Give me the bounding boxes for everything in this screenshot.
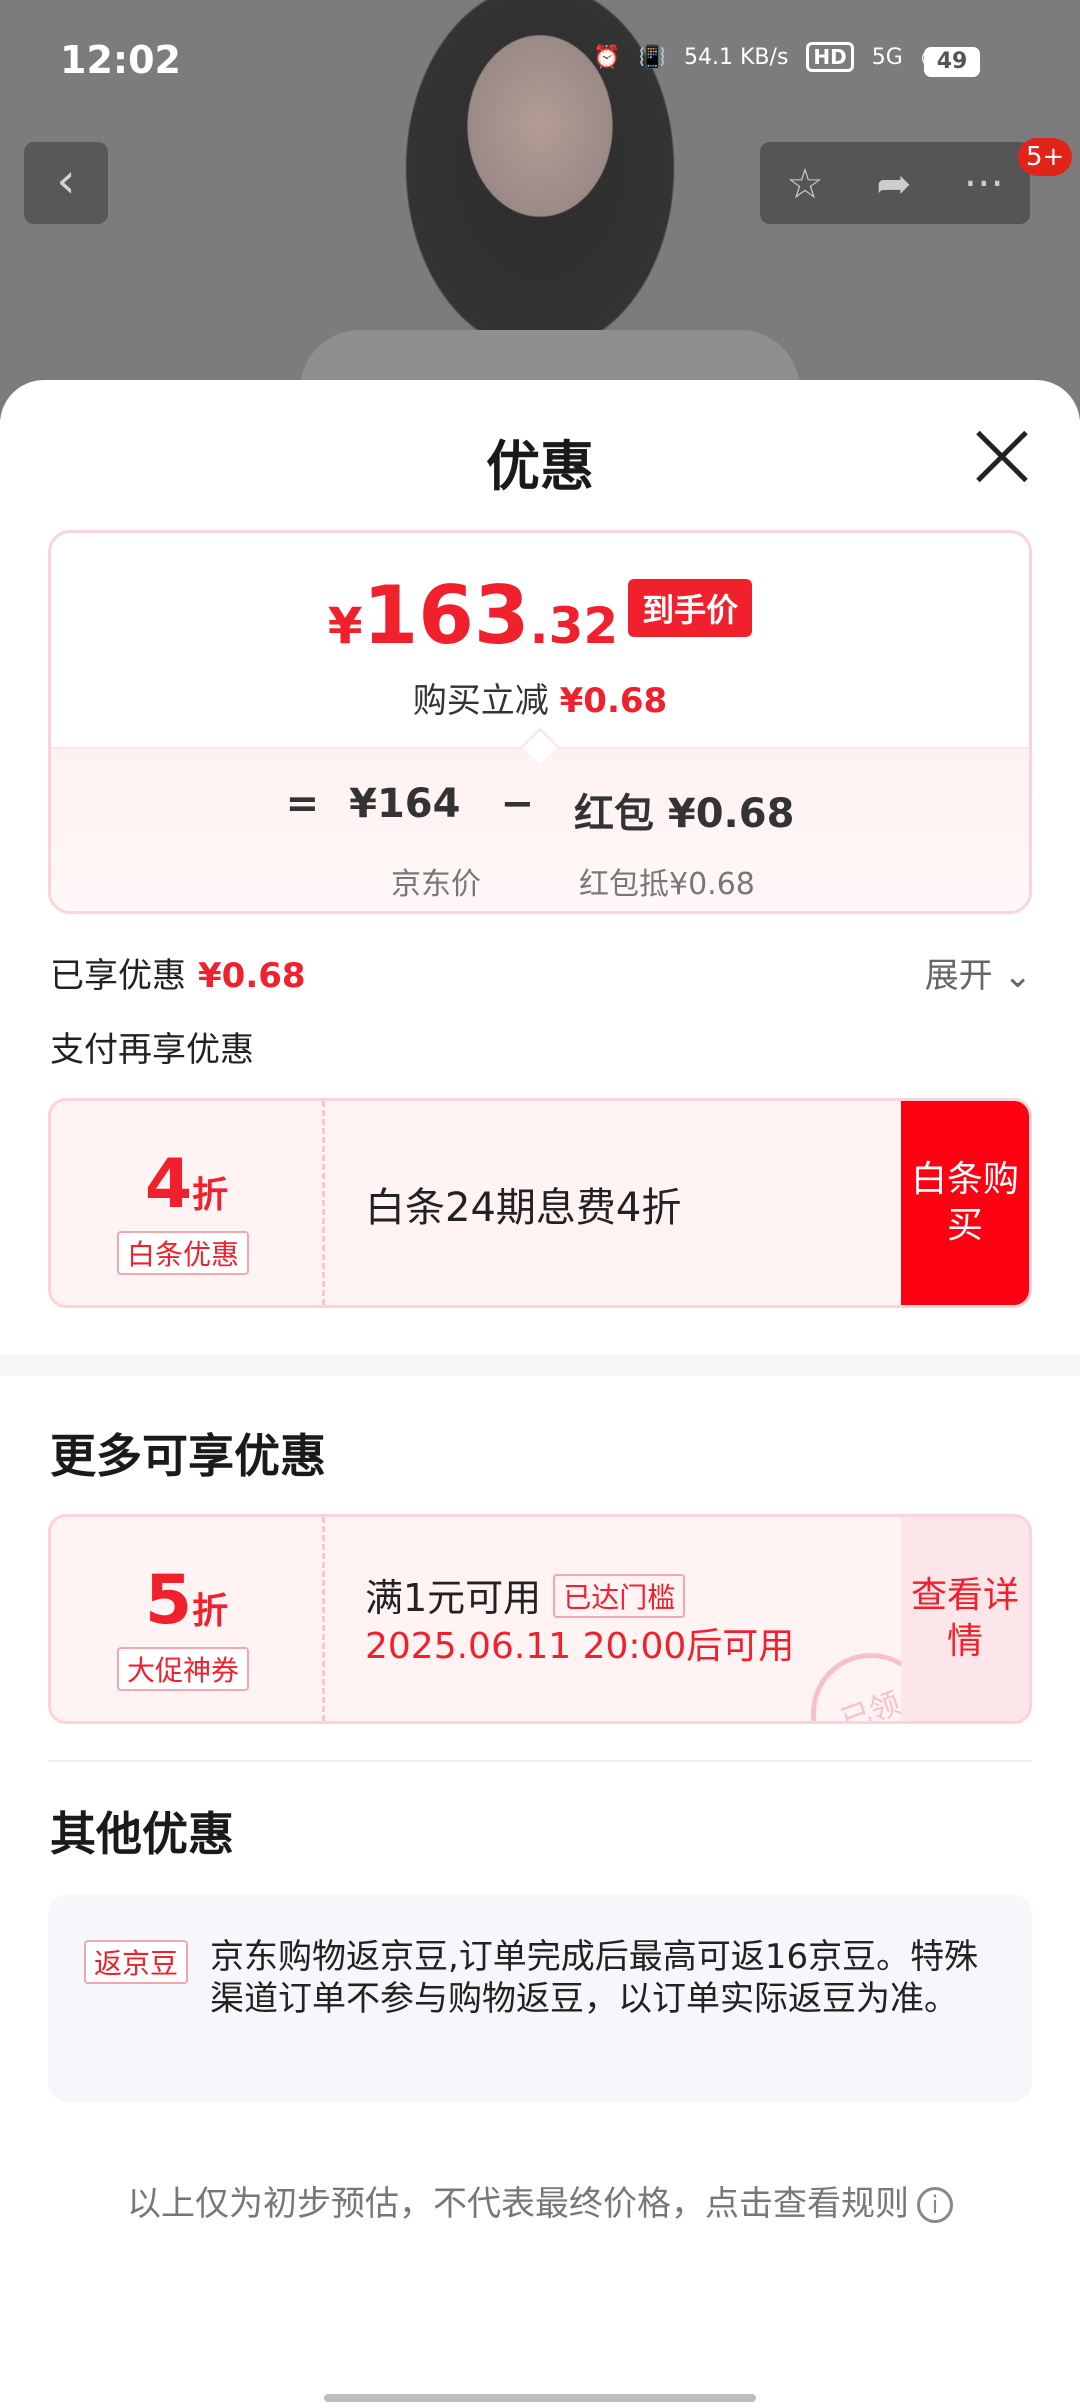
instant-reduce-value: ¥0.68 xyxy=(559,681,668,721)
share-icon[interactable]: ➦ xyxy=(876,159,911,208)
instant-reduce: 购买立减 ¥0.68 xyxy=(51,673,1029,722)
battery-icon: 49 xyxy=(924,47,980,77)
expand-button[interactable]: 展开 ⌄ xyxy=(925,948,1032,997)
more-icon[interactable]: ··· xyxy=(964,159,1004,208)
deduct-label: 红包抵¥0.68 xyxy=(579,867,755,902)
net-speed: 54.1 KB/s xyxy=(684,44,789,70)
price-formula: = ¥164 − 红包 ¥0.68 京东价 红包抵¥0.68 xyxy=(51,747,1029,911)
coupon-type: 白条优惠 xyxy=(117,1231,250,1275)
equals-sign: = xyxy=(285,781,320,827)
base-price: ¥164 xyxy=(349,781,461,827)
condition-text: 满1元可用 xyxy=(365,1576,542,1620)
footnote-text: 以上仅为初步预估，不代表最终价格，点击查看规则 xyxy=(127,2184,909,2224)
baitiao-buy-button[interactable]: 白条购买 xyxy=(901,1101,1029,1305)
threshold-tag: 已达门槛 xyxy=(553,1574,686,1618)
price-summary: ¥163.32 到手价 购买立减 ¥0.68 xyxy=(51,533,1029,747)
enjoyed-discount: 已享优惠 ¥0.68 xyxy=(50,948,306,997)
coupon-valid-time: 2025.06.11 20:00后可用 xyxy=(365,1626,795,1667)
jingdou-tag: 返京豆 xyxy=(84,1940,189,1984)
rules-footnote[interactable]: 以上仅为初步预估，不代表最终价格，点击查看规则 i xyxy=(0,2176,1080,2225)
status-time: 12:02 xyxy=(60,38,181,82)
minus-sign: − xyxy=(500,781,534,827)
status-bar: 12:02 ⏰ 📳 54.1 KB/s HD 5G ◔ 49 xyxy=(0,0,1080,120)
enjoyed-label: 已享优惠 xyxy=(50,956,186,996)
discount-unit: 折 xyxy=(192,1175,229,1216)
close-icon[interactable] xyxy=(974,428,1030,484)
coupon-left: 5折 大促神券 xyxy=(51,1517,325,1721)
message-badge: 5+ xyxy=(1018,138,1073,176)
alarm-icon: ⏰ xyxy=(593,44,621,70)
signal-icon: 5G xyxy=(871,44,903,70)
sheet-title: 优惠 xyxy=(486,435,594,498)
star-icon[interactable]: ☆ xyxy=(786,159,824,208)
coupon-condition: 满1元可用 已达门槛 xyxy=(365,1567,686,1622)
formula-line: = ¥164 − 红包 ¥0.68 xyxy=(51,781,1029,839)
baitiao-coupon[interactable]: 4折 白条优惠 白条24期息费4折 白条购买 xyxy=(48,1098,1032,1308)
final-price: ¥163.32 到手价 xyxy=(51,569,1029,662)
discount-sheet: 优惠 ¥163.32 到手价 购买立减 ¥0.68 = ¥164 − 红包 ¥0.… xyxy=(0,380,1080,2408)
price-integer: 163 xyxy=(362,569,530,662)
status-icons: ⏰ 📳 54.1 KB/s HD 5G ◔ xyxy=(593,42,940,72)
back-button[interactable]: ‹ xyxy=(24,142,108,224)
coupon-left: 4折 白条优惠 xyxy=(51,1101,325,1305)
discount-number: 5 xyxy=(144,1561,193,1640)
info-icon[interactable]: i xyxy=(917,2187,953,2223)
coupon-discount: 4折 xyxy=(51,1145,322,1224)
price-card: ¥163.32 到手价 购买立减 ¥0.68 = ¥164 − 红包 ¥0.68 … xyxy=(48,530,1032,914)
coupon-discount: 5折 xyxy=(51,1561,322,1640)
final-price-tag: 到手价 xyxy=(628,579,753,637)
top-action-group: ☆ ➦ ··· xyxy=(760,142,1030,224)
other-discounts-title: 其他优惠 xyxy=(50,1807,234,1861)
currency-symbol: ¥ xyxy=(327,597,363,655)
coupon-description: 白条24期息费4折 xyxy=(365,1185,682,1231)
chevron-down-icon: ⌄ xyxy=(1003,956,1033,996)
instant-reduce-label: 购买立减 xyxy=(412,681,549,721)
chevron-left-icon: ‹ xyxy=(56,153,76,209)
price-decimal: .32 xyxy=(529,597,619,655)
more-discounts-title: 更多可享优惠 xyxy=(50,1429,326,1483)
section-divider xyxy=(0,1354,1080,1376)
divider-line xyxy=(48,1760,1032,1762)
home-indicator[interactable] xyxy=(324,2394,756,2402)
jingdou-info: 返京豆 京东购物返京豆,订单完成后最高可返16京豆。特殊渠道订单不参与购物返豆，… xyxy=(48,1894,1032,2102)
deduct-amount: 红包 ¥0.68 xyxy=(573,791,795,837)
expand-label: 展开 xyxy=(924,956,993,996)
enjoyed-value: ¥0.68 xyxy=(198,956,306,996)
jingdou-text: 京东购物返京豆,订单完成后最高可返16京豆。特殊渠道订单不参与购物返豆，以订单实… xyxy=(210,1937,979,2019)
view-details-button[interactable]: 查看详情 xyxy=(901,1517,1029,1721)
discount-unit: 折 xyxy=(192,1591,229,1632)
base-price-label: 京东价 xyxy=(391,867,481,902)
discount-number: 4 xyxy=(144,1145,193,1224)
coupon-type: 大促神券 xyxy=(117,1647,250,1691)
pay-more-label: 支付再享优惠 xyxy=(50,1030,254,1070)
hd-icon: HD xyxy=(806,42,854,72)
vibrate-icon: 📳 xyxy=(638,44,667,70)
promo-coupon[interactable]: 5折 大促神券 满1元可用 已达门槛 2025.06.11 20:00后可用 已领… xyxy=(48,1514,1032,1724)
